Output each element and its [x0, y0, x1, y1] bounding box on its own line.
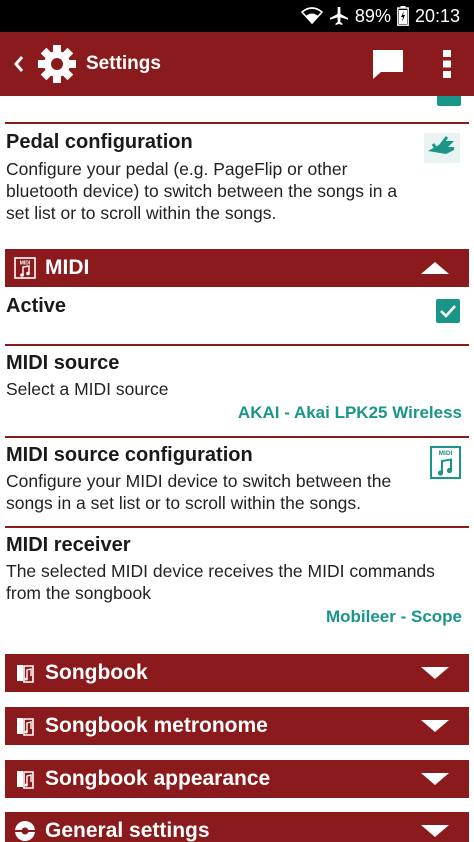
- section-songbook-appearance[interactable]: Songbook appearance: [5, 760, 469, 798]
- divider: [5, 122, 469, 124]
- check-icon: [440, 305, 456, 318]
- songbook-icon: [17, 718, 34, 736]
- pedal-config-title[interactable]: Pedal configuration: [6, 131, 193, 154]
- more-vert-icon: [443, 50, 451, 78]
- status-bar: 89% 20:13: [0, 0, 474, 32]
- battery-percent: 89%: [354, 5, 391, 26]
- feedback-button[interactable]: [366, 32, 410, 96]
- section-midi[interactable]: MIDI MIDI: [5, 249, 469, 287]
- midi-config-icon[interactable]: MIDI: [430, 446, 464, 480]
- midi-source-config-title[interactable]: MIDI source configuration: [6, 444, 253, 467]
- gear-icon: [38, 45, 76, 83]
- divider: [5, 344, 469, 346]
- songbook-icon: [17, 665, 34, 683]
- chevron-down-icon: [421, 773, 449, 785]
- midi-icon: MIDI: [14, 257, 36, 279]
- midi-source-config-summary: Configure your MIDI device to switch bet…: [6, 471, 392, 513]
- section-songbook-label: Songbook: [45, 661, 148, 684]
- section-midi-label: MIDI: [45, 256, 90, 279]
- section-songbook-metronome[interactable]: Songbook metronome: [5, 707, 469, 745]
- section-general-settings-label: General settings: [45, 819, 210, 842]
- midi-active-title[interactable]: Active: [6, 295, 66, 318]
- divider: [5, 436, 469, 438]
- midi-receiver-value[interactable]: Mobileer - Scope: [326, 607, 462, 627]
- midi-receiver-title[interactable]: MIDI receiver: [6, 534, 131, 557]
- midi-source-title[interactable]: MIDI source: [6, 352, 119, 375]
- chat-icon: [373, 50, 403, 79]
- chevron-up-icon: [421, 262, 449, 274]
- chevron-down-icon: [421, 825, 449, 837]
- section-general-settings[interactable]: General settings: [5, 812, 469, 842]
- chevron-down-icon: [421, 720, 449, 732]
- section-songbook-appearance-label: Songbook appearance: [45, 767, 271, 790]
- divider: [5, 526, 469, 528]
- midi-source-summary: Select a MIDI source: [6, 379, 169, 399]
- clock: 20:13: [414, 5, 460, 26]
- wifi-icon: [300, 7, 323, 25]
- pedal-icon[interactable]: [424, 133, 460, 167]
- svg-text:MIDI: MIDI: [439, 450, 453, 457]
- page-title: Settings: [86, 53, 161, 74]
- app-bar: Settings: [0, 32, 474, 96]
- general-settings-icon: [15, 821, 35, 841]
- airplane-icon: [329, 6, 349, 26]
- previous-checkbox[interactable]: [437, 96, 461, 106]
- midi-active-checkbox[interactable]: [436, 299, 460, 323]
- section-songbook-metronome-label: Songbook metronome: [45, 714, 268, 737]
- overflow-menu-button[interactable]: [432, 32, 462, 96]
- back-button[interactable]: [4, 32, 34, 96]
- chevron-left-icon: [14, 56, 24, 72]
- section-songbook[interactable]: Songbook: [5, 654, 469, 692]
- songbook-icon: [17, 771, 34, 789]
- chevron-down-icon: [421, 667, 449, 679]
- midi-source-value[interactable]: AKAI - Akai LPK25 Wireless: [238, 403, 462, 423]
- battery-icon: [397, 6, 409, 26]
- pedal-config-summary: Configure your pedal (e.g. PageFlip or o…: [6, 159, 398, 223]
- settings-list[interactable]: Pedal configuration Configure your pedal…: [0, 96, 474, 842]
- midi-receiver-summary: The selected MIDI device receives the MI…: [6, 561, 435, 603]
